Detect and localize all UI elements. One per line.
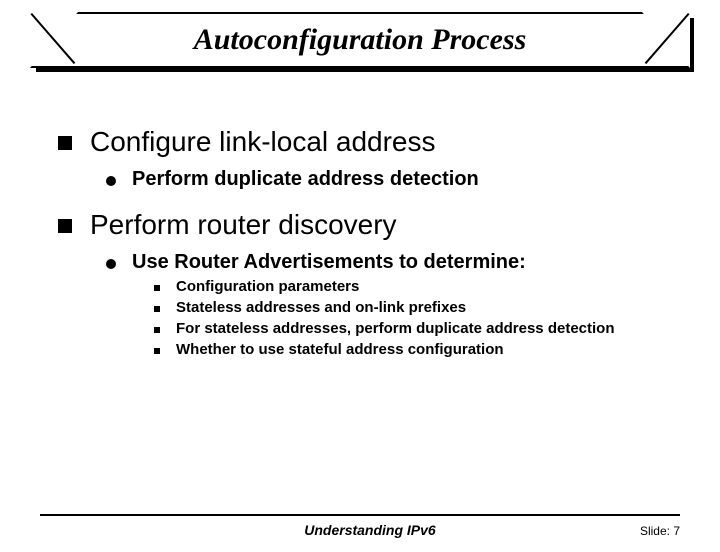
bullet-level3: Stateless addresses and on-link prefixes	[154, 299, 682, 316]
square-bullet-icon	[58, 136, 72, 150]
title-trapezoid-left	[30, 12, 78, 68]
bullet-text: Perform router discovery	[90, 209, 397, 241]
title-box: Autoconfiguration Process	[30, 12, 690, 68]
bullet-level3: For stateless addresses, perform duplica…	[154, 320, 682, 337]
slide-footer: Understanding IPv6 Slide: 7	[40, 514, 680, 538]
small-square-bullet-icon	[154, 306, 160, 312]
bullet-text: Configure link-local address	[90, 126, 436, 158]
slide-content: Configure link-local address Perform dup…	[0, 68, 720, 358]
small-square-bullet-icon	[154, 327, 160, 333]
bullet-text: For stateless addresses, perform duplica…	[176, 320, 615, 337]
bullet-text: Whether to use stateful address configur…	[176, 341, 504, 358]
bullet-text: Stateless addresses and on-link prefixes	[176, 299, 466, 316]
bullet-level2: Perform duplicate address detection	[106, 168, 682, 191]
bullet-level3: Configuration parameters	[154, 278, 682, 295]
bullet-level3: Whether to use stateful address configur…	[154, 341, 682, 358]
footer-book-title: Understanding IPv6	[100, 522, 640, 538]
footer-row: Understanding IPv6 Slide: 7	[40, 522, 680, 538]
bullet-text: Perform duplicate address detection	[132, 168, 479, 191]
square-bullet-icon	[58, 219, 72, 233]
bullet-text: Use Router Advertisements to determine:	[132, 251, 526, 274]
slide-title: Autoconfiguration Process	[194, 23, 527, 57]
footer-divider	[40, 514, 680, 516]
title-trapezoid-right	[642, 12, 690, 68]
bullet-text: Configuration parameters	[176, 278, 359, 295]
small-square-bullet-icon	[154, 348, 160, 354]
title-banner: Autoconfiguration Process	[30, 12, 690, 68]
small-square-bullet-icon	[154, 285, 160, 291]
disc-bullet-icon	[106, 259, 116, 269]
bullet-level1: Perform router discovery	[58, 209, 682, 241]
bullet-level2: Use Router Advertisements to determine:	[106, 251, 682, 274]
disc-bullet-icon	[106, 176, 116, 186]
bullet-level1: Configure link-local address	[58, 126, 682, 158]
footer-slide-number: Slide: 7	[640, 524, 680, 538]
